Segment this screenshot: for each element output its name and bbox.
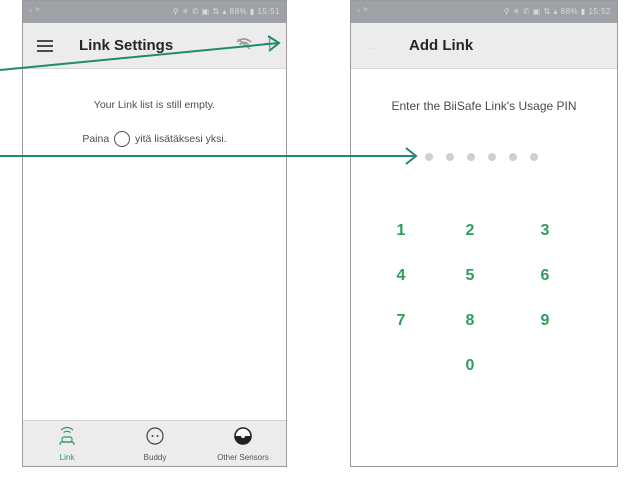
arrow-to-add-button [0, 42, 280, 71]
annotation-arrows [0, 35, 418, 165]
